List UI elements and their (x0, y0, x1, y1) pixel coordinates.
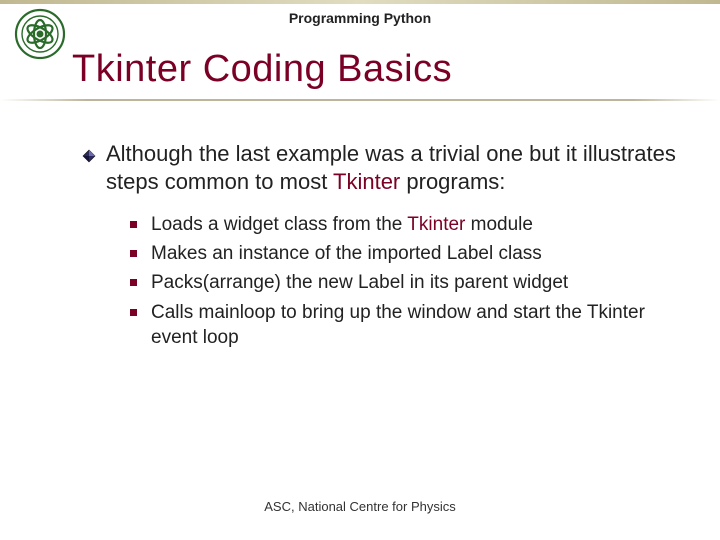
bullet1-tkinter: Tkinter (333, 169, 400, 194)
sub-bullet: Packs(arrange) the new Label in its pare… (130, 270, 680, 295)
square-bullet-icon (130, 250, 137, 257)
footer-text: ASC, National Centre for Physics (0, 499, 720, 514)
square-bullet-icon (130, 221, 137, 228)
sub0-tkinter: Tkinter (407, 214, 465, 235)
square-bullet-icon (130, 309, 137, 316)
bullet1-part2: programs: (400, 169, 505, 194)
slide-title: Tkinter Coding Basics (72, 48, 452, 91)
sub-bullet-list: Loads a widget class from the Tkinter mo… (130, 212, 680, 349)
bullet-level1-text: Although the last example was a trivial … (106, 140, 680, 196)
square-bullet-icon (130, 279, 137, 286)
sub0-post: module (465, 214, 533, 235)
sub-bullet: Calls mainloop to bring up the window an… (130, 300, 680, 350)
sub-bullet-text: Packs(arrange) the new Label in its pare… (151, 270, 568, 295)
sub0-pre: Loads a widget class from the (151, 214, 407, 235)
top-accent-bar (0, 0, 720, 4)
sub-bullet: Makes an instance of the imported Label … (130, 241, 680, 266)
bullet-level1: Although the last example was a trivial … (82, 140, 680, 196)
header-subtitle: Programming Python (0, 10, 720, 26)
sub-bullet: Loads a widget class from the Tkinter mo… (130, 212, 680, 237)
sub-bullet-text: Calls mainloop to bring up the window an… (151, 300, 680, 350)
title-underline (0, 99, 720, 101)
slide-content: Although the last example was a trivial … (82, 140, 680, 354)
sub-bullet-text: Makes an instance of the imported Label … (151, 241, 542, 266)
diamond-bullet-icon (82, 149, 96, 163)
sub-bullet-text: Loads a widget class from the Tkinter mo… (151, 212, 533, 237)
